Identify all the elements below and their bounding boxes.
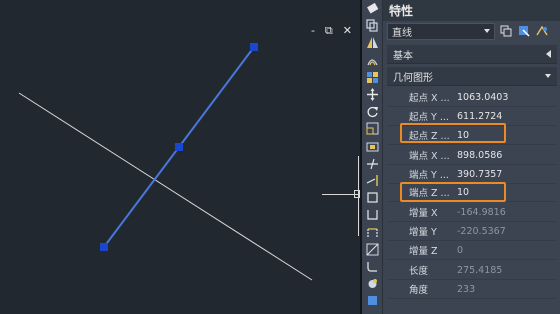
prop-value[interactable]: 611.2724 [453,111,502,122]
rotate-icon[interactable] [362,103,383,120]
select-objects-icon[interactable] [517,24,531,38]
drawing-canvas[interactable]: - ⧉ ✕ [0,0,360,314]
object-type-row: 直线 [387,22,557,40]
prop-name: 增量 Z [409,246,438,257]
eraser-icon[interactable] [362,0,383,17]
object-type-dropdown[interactable]: 直线 [387,22,495,40]
end-z-highlight-box [400,182,506,202]
stretch-icon[interactable] [362,138,383,155]
blend-icon[interactable] [362,275,383,292]
prop-row-delta-y: 增量 Y -220.5367 [387,222,557,241]
prop-value[interactable]: 898.0586 [453,150,502,161]
trim-icon[interactable] [362,155,383,172]
start-z-highlight-box [400,123,506,143]
prop-name: 起点 X ... [409,93,450,104]
prop-row-angle: 角度 233 [387,280,557,299]
prop-name: 端点 Y ... [409,170,449,181]
prop-name: 长度 [409,266,429,277]
other-line[interactable] [18,92,313,281]
chevron-down-icon [484,29,490,33]
prop-name: 端点 X ... [409,151,450,162]
mirror-icon[interactable] [362,34,383,51]
fillet-icon[interactable] [362,258,383,275]
break-icon[interactable] [362,189,383,206]
prop-value[interactable]: 390.7357 [453,169,502,180]
prop-value: 233 [457,283,476,295]
prop-value[interactable]: 1063.0403 [453,92,508,103]
prop-name: 增量 X [409,208,438,219]
break-at-point-icon[interactable] [362,206,383,223]
quick-select-icon[interactable] [535,24,549,38]
properties-panel: 特性 直线 基本 几何图形 起点 X ... 1063.0403 起点 Y ..… [383,0,560,314]
explode-icon[interactable] [362,292,383,309]
expand-icon [545,74,551,78]
grip-start[interactable] [100,243,108,251]
collapse-icon [546,50,551,58]
toggle-pickadd-icon[interactable] [499,24,513,38]
prop-row-start-x[interactable]: 起点 X ... 1063.0403 [387,88,557,107]
prop-name: 增量 Y [409,227,437,238]
panel-title: 特性 [383,0,560,21]
object-type-value: 直线 [392,27,412,39]
section-geometry-label: 几何图形 [393,72,433,84]
array-icon[interactable] [362,69,383,86]
prop-value: -220.5367 [457,225,506,237]
prop-name: 角度 [409,285,429,296]
join-icon[interactable] [362,223,383,240]
offset-icon[interactable] [362,52,383,69]
prop-value: 0 [457,244,464,256]
scale-icon[interactable] [362,120,383,137]
drawing-svg [18,43,313,281]
prop-row-end-x[interactable]: 端点 X ... 898.0586 [387,146,557,165]
prop-row-delta-z: 增量 Z 0 [387,241,557,260]
grip-midpoint[interactable] [175,143,183,151]
modify-toolbar [362,0,383,314]
prop-value: 275.4185 [457,264,503,276]
section-basic[interactable]: 基本 [387,45,557,64]
prop-name: 起点 Y ... [409,112,449,123]
grip-end[interactable] [250,43,258,51]
prop-row-length: 长度 275.4185 [387,261,557,280]
move-icon[interactable] [362,86,383,103]
section-geometry[interactable]: 几何图形 [387,67,557,86]
chamfer-icon[interactable] [362,241,383,258]
copy-icon[interactable] [362,17,383,34]
prop-row-delta-x: 增量 X -164.9816 [387,203,557,222]
extend-icon[interactable] [362,172,383,189]
prop-value: -164.9816 [457,206,506,218]
section-basic-label: 基本 [393,50,413,62]
